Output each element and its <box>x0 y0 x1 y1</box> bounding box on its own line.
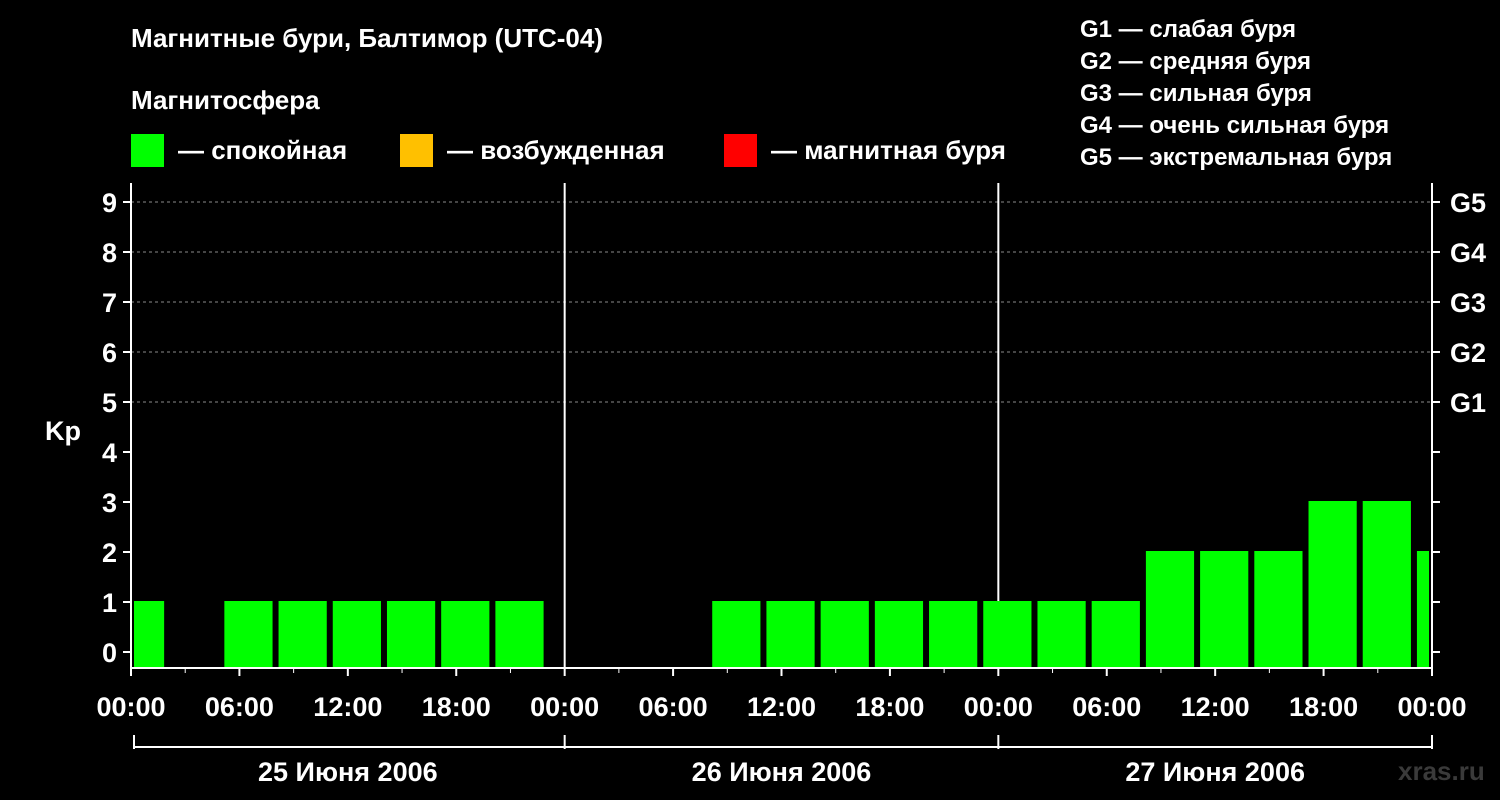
kp-bar <box>1362 501 1411 668</box>
kp-bar <box>134 601 165 668</box>
watermark: xras.ru <box>1398 756 1485 786</box>
kp-bar <box>1254 551 1303 668</box>
kp-bar <box>820 601 869 668</box>
kp-bar <box>224 601 273 668</box>
g-level-label: G3 <box>1450 288 1486 318</box>
kp-bar <box>766 601 815 668</box>
kp-bar <box>495 601 544 668</box>
kp-bar <box>332 601 381 668</box>
x-tick-label: 18:00 <box>1289 692 1358 722</box>
y-tick-label: 2 <box>102 538 117 568</box>
x-tick-label: 00:00 <box>1397 692 1466 722</box>
x-tick-label: 06:00 <box>639 692 708 722</box>
kp-bar <box>1091 601 1140 668</box>
g-level-label: G1 <box>1450 388 1486 418</box>
kp-bar <box>278 601 327 668</box>
kp-bar <box>1200 551 1249 668</box>
kp-bar <box>1416 551 1429 668</box>
kp-bar <box>1145 551 1195 668</box>
x-tick-label: 18:00 <box>855 692 924 722</box>
y-tick-label: 5 <box>102 388 117 418</box>
kp-bar <box>983 601 1032 668</box>
y-tick-label: 9 <box>102 188 117 218</box>
x-tick-label: 00:00 <box>530 692 599 722</box>
y-tick-label: 6 <box>102 338 117 368</box>
x-tick-label: 00:00 <box>96 692 165 722</box>
y-tick-label: 0 <box>102 638 117 668</box>
day-label: 26 Июня 2006 <box>692 757 872 787</box>
x-tick-label: 18:00 <box>422 692 491 722</box>
x-tick-label: 12:00 <box>747 692 816 722</box>
day-label: 27 Июня 2006 <box>1125 757 1305 787</box>
g-level-label: G4 <box>1450 238 1486 268</box>
g-level-label: G2 <box>1450 338 1486 368</box>
g-level-label: G5 <box>1450 188 1486 218</box>
y-axis-label: Kp <box>45 416 81 446</box>
x-tick-label: 06:00 <box>205 692 274 722</box>
x-tick-label: 12:00 <box>1181 692 1250 722</box>
y-tick-label: 1 <box>102 588 117 618</box>
x-tick-label: 00:00 <box>964 692 1033 722</box>
x-tick-label: 06:00 <box>1072 692 1141 722</box>
x-tick-label: 12:00 <box>313 692 382 722</box>
kp-bar <box>874 601 924 668</box>
kp-bar <box>1308 501 1357 668</box>
kp-bar <box>386 601 436 668</box>
y-tick-label: 7 <box>102 288 117 318</box>
day-label: 25 Июня 2006 <box>258 757 438 787</box>
kp-bar <box>712 601 761 668</box>
y-tick-label: 3 <box>102 488 117 518</box>
kp-bar <box>1037 601 1086 668</box>
y-tick-label: 4 <box>102 438 117 468</box>
y-tick-label: 8 <box>102 238 117 268</box>
kp-chart: 0 1 2 3 4 5 6 7 8 9 G1 G2 G3 G4 G5 Kp 00:00 06:00 12:00 18:… <box>45 183 1486 787</box>
kp-bar <box>929 601 978 668</box>
kp-bar <box>441 601 490 668</box>
